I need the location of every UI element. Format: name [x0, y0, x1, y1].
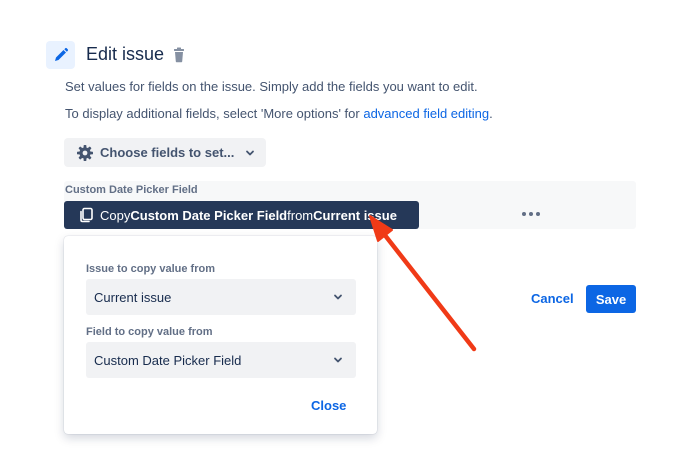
issue-source-select[interactable]: Current issue [86, 279, 356, 315]
pencil-icon [46, 41, 75, 69]
issue-source-label: Issue to copy value from [86, 263, 215, 275]
field-label: Custom Date Picker Field [65, 184, 198, 196]
edit-issue-panel: Edit issue Set values for fields on the … [0, 0, 689, 452]
more-icon[interactable] [518, 206, 544, 222]
field-source-value: Custom Date Picker Field [94, 352, 242, 368]
copy-icon [80, 207, 93, 223]
chevron-down-icon [334, 294, 342, 300]
gear-icon [77, 144, 93, 161]
copy-value-popup: Issue to copy value from Current issue F… [64, 236, 377, 434]
description-text: Set values for fields on the issue. Simp… [65, 79, 478, 94]
trash-icon[interactable] [172, 47, 186, 63]
issue-source-value: Current issue [94, 289, 172, 305]
field-source-select[interactable]: Custom Date Picker Field [86, 342, 356, 378]
chevron-down-icon [334, 357, 342, 363]
hint-prefix: To display additional fields, select 'Mo… [65, 106, 364, 121]
chevron-down-icon [246, 150, 255, 155]
close-button[interactable]: Close [311, 398, 346, 413]
copy-middle: from [287, 207, 314, 223]
page-title: Edit issue [86, 44, 165, 64]
copy-field-name: Custom Date Picker Field [130, 207, 288, 223]
save-button[interactable]: Save [586, 285, 636, 313]
copy-prefix: Copy [100, 207, 131, 223]
choose-fields-button[interactable]: Choose fields to set... [64, 138, 266, 167]
hint-suffix: . [489, 106, 493, 121]
copy-source: Current issue [313, 207, 397, 223]
advanced-field-editing-link[interactable]: advanced field editing [363, 106, 489, 121]
choose-fields-label: Choose fields to set... [100, 145, 235, 160]
cancel-button[interactable]: Cancel [531, 291, 574, 306]
advanced-editing-hint: To display additional fields, select 'Mo… [65, 106, 493, 121]
copy-field-button[interactable]: Copy Custom Date Picker Field from Curre… [64, 201, 419, 229]
field-source-label: Field to copy value from [86, 326, 213, 338]
